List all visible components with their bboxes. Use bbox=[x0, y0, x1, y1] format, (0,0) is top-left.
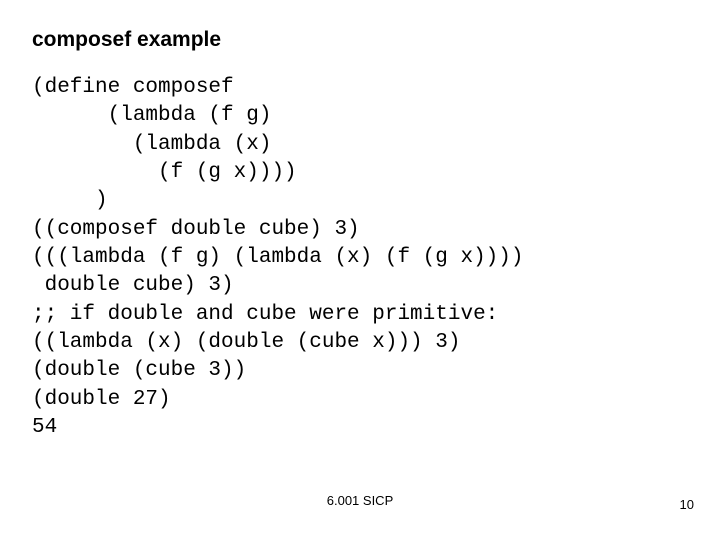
slide: composef example (define composef (lambd… bbox=[0, 0, 720, 540]
page-number: 10 bbox=[680, 497, 694, 512]
slide-title: composef example bbox=[32, 28, 688, 52]
code-block: (define composef (lambda (f g) (lambda (… bbox=[32, 74, 688, 442]
footer-course: 6.001 SICP bbox=[0, 493, 720, 508]
